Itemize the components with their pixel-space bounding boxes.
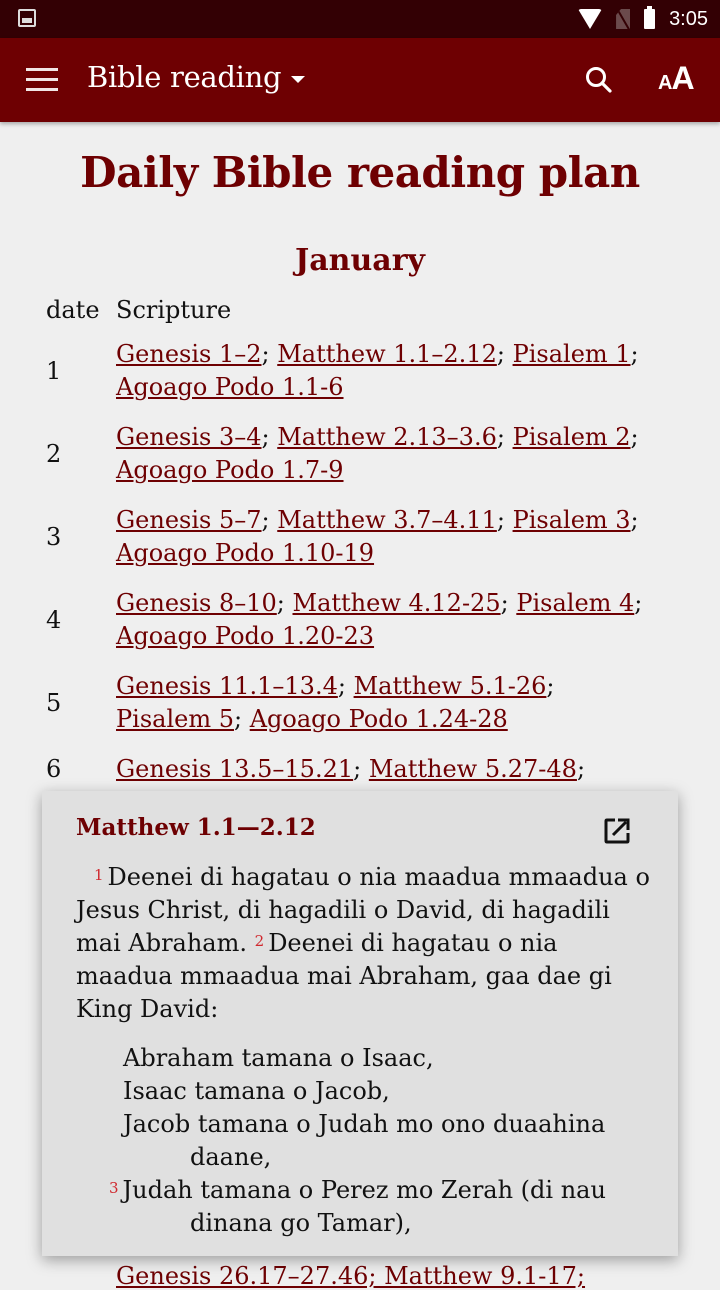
font-size-button[interactable]: AA: [658, 60, 695, 96]
row-scripture: Genesis 1–2; Matthew 1.1–2.12; Pisalem 1…: [116, 340, 639, 401]
poetry-text: Isaac tamana o Jacob,: [123, 1077, 390, 1105]
table-row-peek[interactable]: Genesis 26.17–27.46; Matthew 9.1-17;: [116, 1262, 585, 1290]
popup-title: Matthew 1.1—2.12: [76, 814, 316, 841]
reading-plan-table: date Scripture 1 Genesis 1–2; Matthew 1.1…: [46, 292, 656, 803]
caret-down-icon: [291, 75, 306, 83]
scripture-link[interactable]: Genesis 3–4: [116, 423, 262, 451]
book-selector-dropdown[interactable]: Bible reading: [87, 60, 306, 94]
scripture-link[interactable]: Genesis 13.5–15.21: [116, 755, 353, 783]
scripture-link[interactable]: Matthew 5.1-26: [354, 672, 547, 700]
row-scripture: Genesis 8–10; Matthew 4.12-25; Pisalem 4…: [116, 589, 643, 650]
poetry-text: Jacob tamana o Judah mo ono duaahina daa…: [123, 1110, 606, 1171]
verse-number: 1: [94, 866, 104, 884]
reading-plan-content: Daily Bible reading plan January date Sc…: [0, 122, 720, 783]
page-title: Daily Bible reading plan: [80, 148, 640, 197]
scripture-link[interactable]: Matthew 4.12-25: [293, 589, 501, 617]
scripture-link[interactable]: Pisalem 3: [513, 506, 631, 534]
poetry-text: Abraham tamana o Isaac,: [123, 1044, 434, 1072]
month-heading: January: [295, 243, 425, 278]
scripture-link[interactable]: Matthew 2.13–3.6: [277, 423, 497, 451]
status-bar: 3:05: [0, 0, 720, 38]
row-date: 4: [46, 605, 62, 634]
scripture-link[interactable]: Pisalem 2: [513, 423, 631, 451]
verse-number: 3: [109, 1179, 119, 1197]
table-row: 5 Genesis 11.1–13.4; Matthew 5.1-26; Pisa…: [46, 670, 656, 753]
popup-passage-text: 1 Deenei di hagatau o nia maadua mmaadua …: [76, 861, 656, 1240]
scripture-link[interactable]: Pisalem 5: [116, 705, 234, 733]
passage-preview-popup: Matthew 1.1—2.12 1 Deenei di hagatau o ni…: [42, 791, 678, 1256]
scripture-link[interactable]: Genesis 8–10: [116, 589, 277, 617]
row-date: 5: [46, 688, 62, 717]
image-notification-icon: [18, 9, 36, 27]
column-header-date: date: [46, 296, 100, 324]
wifi-icon: [578, 9, 603, 29]
verse-number: 2: [254, 932, 265, 950]
battery-icon: [644, 6, 656, 29]
poetry-block: Abraham tamana o Isaac, Isaac tamana o Ja…: [76, 1042, 656, 1240]
poetry-line: Jacob tamana o Judah mo ono duaahina daa…: [123, 1108, 656, 1174]
scripture-link[interactable]: Matthew 3.7–4.11: [277, 506, 497, 534]
hamburger-menu-icon[interactable]: [26, 68, 58, 92]
verse-paragraph: 1 Deenei di hagatau o nia maadua mmaadua …: [76, 861, 656, 1026]
search-icon[interactable]: [583, 64, 615, 96]
scripture-link[interactable]: Genesis 5–7: [116, 506, 262, 534]
scripture-link[interactable]: Pisalem 1: [513, 340, 631, 368]
scripture-link[interactable]: Genesis 1–2: [116, 340, 262, 368]
scripture-link[interactable]: Genesis 11.1–13.4: [116, 672, 338, 700]
scripture-link[interactable]: Matthew 5.27-48: [369, 755, 577, 783]
poetry-line: Abraham tamana o Isaac,: [123, 1042, 656, 1075]
row-date: 3: [46, 522, 62, 551]
scripture-link[interactable]: Pisalem 4: [516, 589, 634, 617]
table-row: 2 Genesis 3–4; Matthew 2.13–3.6; Pisalem …: [46, 421, 656, 504]
column-header-scripture: Scripture: [116, 296, 232, 324]
no-sim-icon: [616, 9, 631, 29]
poetry-line: Isaac tamana o Jacob,: [123, 1075, 656, 1108]
app-bar: Bible reading AA: [0, 38, 720, 122]
status-time: 3:05: [669, 7, 708, 30]
poetry-line: 3 Judah tamana o Perez mo Zerah (di nau d…: [109, 1174, 656, 1240]
table-row: 4 Genesis 8–10; Matthew 4.12-25; Pisalem …: [46, 587, 656, 670]
scripture-link[interactable]: Agoago Podo 1.20-23: [116, 622, 374, 650]
row-scripture: Genesis 3–4; Matthew 2.13–3.6; Pisalem 2…: [116, 423, 639, 484]
row-date: 1: [46, 356, 62, 385]
scripture-link[interactable]: Agoago Podo 1.10-19: [116, 539, 374, 567]
row-scripture: Genesis 5–7; Matthew 3.7–4.11; Pisalem 3…: [116, 506, 639, 567]
table-row: 1 Genesis 1–2; Matthew 1.1–2.12; Pisalem …: [46, 338, 656, 421]
row-date: 2: [46, 439, 62, 468]
row-scripture: Genesis 11.1–13.4; Matthew 5.1-26; Pisal…: [116, 672, 555, 733]
open-in-new-icon[interactable]: [602, 816, 632, 846]
app-title: Bible reading: [87, 60, 282, 94]
scripture-link[interactable]: Agoago Podo 1.7-9: [116, 456, 344, 484]
scripture-link[interactable]: Matthew 1.1–2.12: [277, 340, 497, 368]
scripture-link[interactable]: Agoago Podo 1.24-28: [250, 705, 508, 733]
table-row: 3 Genesis 5–7; Matthew 3.7–4.11; Pisalem …: [46, 504, 656, 587]
scripture-link[interactable]: Agoago Podo 1.1-6: [116, 373, 344, 401]
poetry-text: Judah tamana o Perez mo Zerah (di nau di…: [122, 1176, 606, 1237]
